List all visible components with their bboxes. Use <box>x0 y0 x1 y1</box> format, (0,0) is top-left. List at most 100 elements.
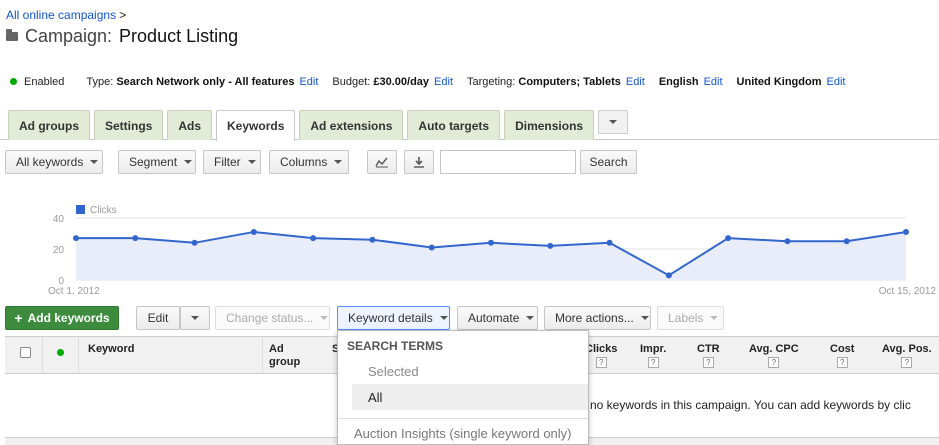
all-keywords-dropdown[interactable]: All keywords <box>5 150 103 174</box>
columns-label: Columns <box>280 155 328 169</box>
x-start-label: Oct 1, 2012 <box>48 286 100 297</box>
tab-auto-targets[interactable]: Auto targets <box>407 110 501 140</box>
search-button[interactable]: Search <box>580 150 637 174</box>
chevron-down-icon <box>439 316 448 320</box>
line-chart-icon <box>375 157 388 168</box>
ctr-label: CTR <box>697 343 720 355</box>
column-header-ctr[interactable]: CTR? <box>697 343 720 369</box>
tab-settings[interactable]: Settings <box>94 110 164 140</box>
help-icon[interactable]: ? <box>901 357 913 368</box>
column-header-keyword[interactable]: Keyword <box>88 343 134 356</box>
chevron-down-icon <box>609 120 618 124</box>
labels-dropdown[interactable]: Labels <box>657 306 724 330</box>
search-terms-heading: SEARCH TERMS <box>347 339 444 353</box>
status-column-dot-icon <box>57 349 64 356</box>
tab-dimensions[interactable]: Dimensions <box>504 110 595 140</box>
help-icon[interactable]: ? <box>647 357 659 368</box>
cost-label: Cost <box>830 343 855 355</box>
labels-label: Labels <box>668 311 704 325</box>
column-header-avg-cpc[interactable]: Avg. CPC? <box>749 343 799 369</box>
add-keywords-button[interactable]: + Add keywords <box>5 306 119 330</box>
chevron-down-icon <box>191 316 199 320</box>
folder-icon <box>6 29 18 41</box>
location-value: United Kingdom <box>736 76 822 88</box>
column-header-ad-group[interactable]: Ad group <box>269 343 309 369</box>
plus-icon: + <box>14 310 23 326</box>
tab-ad-groups[interactable]: Ad groups <box>8 110 90 140</box>
campaign-name: Product Listing <box>119 26 239 46</box>
data-point <box>250 228 257 235</box>
column-header-impressions[interactable]: Impr.? <box>640 343 666 369</box>
chevron-down-icon <box>640 316 649 320</box>
help-icon[interactable]: ? <box>595 357 607 368</box>
segment-dropdown[interactable]: Segment <box>118 150 196 174</box>
data-point <box>843 238 850 245</box>
filter-dropdown[interactable]: Filter <box>203 150 261 174</box>
chart-toggle-button[interactable] <box>367 150 397 174</box>
column-divider <box>42 336 43 374</box>
budget-label: Budget: <box>332 76 371 88</box>
help-icon[interactable]: ? <box>702 357 714 368</box>
edit-button[interactable]: Edit <box>136 306 180 330</box>
clicks-label: Clicks <box>585 343 618 355</box>
type-edit-link[interactable]: Edit <box>299 76 318 88</box>
keyword-details-dropdown[interactable]: Keyword details <box>337 306 450 330</box>
status-dot-icon <box>10 78 17 85</box>
download-button[interactable] <box>404 150 434 174</box>
help-icon[interactable]: ? <box>768 357 780 368</box>
impressions-label: Impr. <box>640 343 667 355</box>
tab-keywords[interactable]: Keywords <box>216 110 296 141</box>
edit-dropdown-button[interactable] <box>180 306 210 330</box>
breadcrumb-separator: > <box>119 8 127 22</box>
filter-label: Filter <box>214 155 241 169</box>
budget-edit-link[interactable]: Edit <box>434 76 453 88</box>
language-value: English <box>658 76 699 88</box>
data-point <box>488 239 494 246</box>
column-divider <box>262 336 263 374</box>
language-setting: English Edit <box>659 76 723 88</box>
language-edit-link[interactable]: Edit <box>704 76 723 88</box>
data-point <box>310 235 317 242</box>
columns-dropdown[interactable]: Columns <box>269 150 349 174</box>
data-point <box>191 239 198 246</box>
data-point <box>132 235 139 242</box>
tab-ad-extensions[interactable]: Ad extensions <box>299 110 404 140</box>
menu-item-auction-insights[interactable]: Auction Insights (single keyword only) <box>338 420 588 445</box>
change-status-dropdown[interactable]: Change status... <box>215 306 330 330</box>
location-edit-link[interactable]: Edit <box>826 76 845 88</box>
help-icon[interactable]: ? <box>836 357 848 368</box>
breadcrumb-all-campaigns-link[interactable]: All online campaigns <box>6 8 116 22</box>
page-title-prefix: Campaign: <box>25 26 113 46</box>
menu-item-selected[interactable]: Selected <box>338 358 588 384</box>
column-divider <box>78 336 79 374</box>
series-area <box>76 231 906 280</box>
segment-label: Segment <box>129 155 178 169</box>
data-point <box>606 239 613 246</box>
page-title: Campaign: Product Listing <box>6 26 238 47</box>
data-point <box>547 242 554 249</box>
more-tabs-button[interactable] <box>598 110 629 134</box>
targeting-label: Targeting: <box>467 76 516 88</box>
legend-swatch <box>76 205 85 214</box>
chevron-down-icon <box>710 316 719 320</box>
y-tick-label: 40 <box>53 214 65 225</box>
chevron-down-icon <box>526 316 535 320</box>
more-actions-dropdown[interactable]: More actions... <box>544 306 651 330</box>
more-actions-label: More actions... <box>555 311 634 325</box>
menu-divider <box>338 418 588 419</box>
column-header-avg-pos[interactable]: Avg. Pos.? <box>882 343 932 369</box>
search-input[interactable] <box>440 150 576 174</box>
legend-label: Clicks <box>90 205 117 216</box>
automate-dropdown[interactable]: Automate <box>457 306 538 330</box>
menu-item-all[interactable]: All <box>352 384 588 410</box>
chevron-down-icon <box>184 160 193 164</box>
type-setting: Type: Search Network only - All features… <box>86 76 318 88</box>
y-tick-label: 20 <box>53 245 65 256</box>
column-header-cost[interactable]: Cost? <box>830 343 854 369</box>
keyword-details-label: Keyword details <box>348 311 433 325</box>
column-header-clicks[interactable]: Clicks? <box>585 343 617 369</box>
targeting-edit-link[interactable]: Edit <box>626 76 645 88</box>
select-all-checkbox[interactable] <box>20 347 31 358</box>
tab-ads[interactable]: Ads <box>167 110 213 140</box>
chevron-down-icon <box>247 160 256 164</box>
